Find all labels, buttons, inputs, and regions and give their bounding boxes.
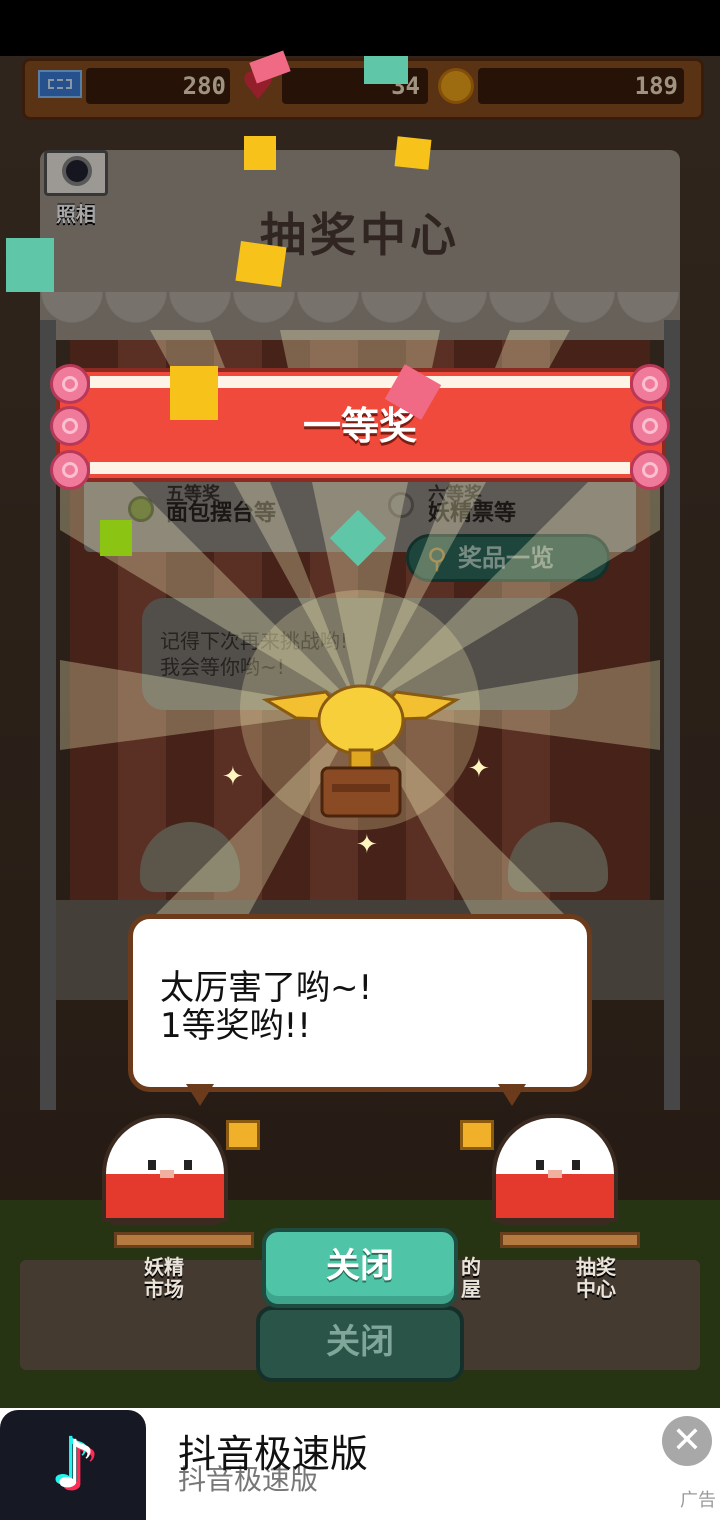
confetti-piece <box>170 366 218 420</box>
ad-title: 抖音极速版 <box>178 1432 369 1476</box>
speech-text: 太厉害了哟~! <box>160 968 373 1008</box>
location-lottery-center[interactable]: 抽奖 中心 <box>556 1256 636 1300</box>
sparkle-icon: ✦ <box>468 754 490 784</box>
close-button-label: 关闭 <box>326 1246 394 1286</box>
confetti-piece <box>364 56 408 84</box>
location-fairy-market[interactable]: 妖精 市场 <box>124 1256 204 1300</box>
sparkle-icon: ✦ <box>222 762 244 792</box>
rose-icon <box>630 450 670 490</box>
chick-beak <box>160 1170 174 1178</box>
chick-eye <box>536 1160 544 1170</box>
chick-vest <box>492 1174 618 1222</box>
trumpet-icon <box>226 1120 260 1150</box>
speech-tail <box>498 1084 526 1106</box>
location-label: 市场 <box>144 1277 184 1301</box>
location-label: 中心 <box>576 1277 616 1301</box>
chick-beak <box>548 1170 562 1178</box>
trophy-icon <box>261 684 461 818</box>
rose-icon <box>50 406 90 446</box>
location-label: 妖精 <box>144 1255 184 1279</box>
rose-icon <box>50 364 90 404</box>
confetti-piece <box>394 136 432 170</box>
chick-eye <box>184 1160 192 1170</box>
speech-text: 1等奖哟!! <box>160 1006 311 1046</box>
status-bar <box>0 0 720 56</box>
close-button-shadow-label: 关闭 <box>326 1322 394 1362</box>
confetti-piece <box>244 136 276 170</box>
game-screen: 280 ♥ 34 189 抽奖中心 照相 五等奖 面包摆台等 六等奖 妖精票等 … <box>0 0 720 1520</box>
rose-icon <box>630 406 670 446</box>
chick-eye <box>148 1160 156 1170</box>
banner-stripe <box>90 462 630 474</box>
rose-icon <box>630 364 670 404</box>
close-icon[interactable]: ✕ <box>662 1416 712 1466</box>
chick-eye <box>572 1160 580 1170</box>
confetti-piece <box>100 520 132 556</box>
location-label: 抽奖 <box>576 1255 616 1279</box>
confetti-piece <box>235 240 287 288</box>
speech-tail <box>186 1084 214 1106</box>
rose-icon <box>50 450 90 490</box>
chick-vest <box>102 1174 228 1222</box>
chick-stand <box>500 1232 640 1248</box>
ad-tag: 广告 <box>680 1490 716 1511</box>
chick-stand <box>114 1232 254 1248</box>
trumpet-icon <box>460 1120 494 1150</box>
confetti-piece <box>6 238 54 292</box>
tiktok-note-icon: ♪ <box>53 1426 97 1503</box>
sparkle-icon: ✦ <box>356 830 378 860</box>
